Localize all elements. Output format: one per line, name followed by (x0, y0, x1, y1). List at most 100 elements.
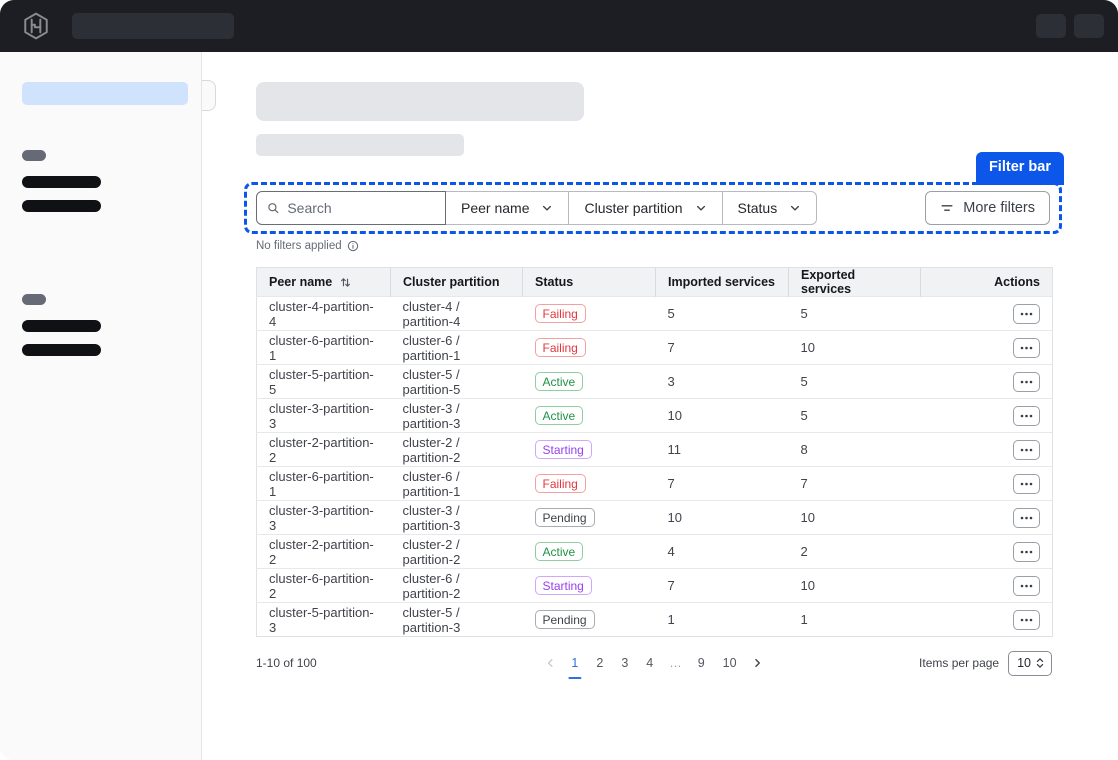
page-button-9[interactable]: 9 (689, 651, 714, 675)
sidebar-section-label-placeholder-2 (22, 294, 46, 305)
page-button-4[interactable]: 4 (637, 651, 662, 675)
cell-exported-services: 10 (789, 569, 921, 603)
table-row: cluster-5-partition-5cluster-5 / partiti… (257, 365, 1053, 399)
nav-button-placeholder-1[interactable] (1036, 14, 1066, 38)
column-header-actions: Actions (921, 268, 1053, 297)
filter-bar-section: Filter bar Peer nameCluster partitionSta… (244, 182, 1062, 234)
column-label: Status (535, 275, 573, 289)
sort-arrows-icon (339, 276, 352, 289)
sidebar (0, 52, 202, 760)
dropdown-label: Cluster partition (584, 200, 682, 216)
more-filters-label: More filters (963, 200, 1035, 216)
cell-peer-name: cluster-2-partition-2 (257, 535, 391, 569)
row-actions-button[interactable] (1013, 576, 1040, 596)
sidebar-collapse-toggle[interactable] (202, 80, 216, 111)
page-button-3[interactable]: 3 (612, 651, 637, 675)
filter-dropdown-peer-name[interactable]: Peer name (446, 192, 568, 224)
row-actions-button[interactable] (1013, 610, 1040, 630)
filters-applied-text: No filters applied (256, 240, 342, 252)
items-per-page-select[interactable]: 10 (1008, 651, 1052, 676)
cell-cluster-partition: cluster-6 / partition-2 (391, 569, 523, 603)
previous-page-button[interactable] (538, 651, 562, 675)
ellipsis-icon (1020, 482, 1033, 486)
chevron-down-icon (789, 202, 801, 214)
cell-exported-services: 7 (789, 467, 921, 501)
cell-status: Starting (523, 433, 656, 467)
column-header-imported-services: Imported services (656, 268, 789, 297)
cell-imported-services: 5 (656, 297, 789, 331)
cell-cluster-partition: cluster-4 / partition-4 (391, 297, 523, 331)
row-actions-button[interactable] (1013, 440, 1040, 460)
pagination-summary: 1-10 of 100 (256, 656, 317, 670)
hashicorp-logo-icon (22, 12, 50, 40)
cell-exported-services: 5 (789, 399, 921, 433)
peers-table: Peer nameCluster partitionStatusImported… (256, 267, 1053, 637)
search-input-wrapper (256, 191, 446, 225)
more-filters-button[interactable]: More filters (925, 191, 1050, 225)
cell-status: Active (523, 365, 656, 399)
sidebar-item-placeholder-2[interactable] (22, 200, 101, 212)
items-per-page-label: Items per page (919, 656, 999, 670)
cell-imported-services: 4 (656, 535, 789, 569)
cell-status: Failing (523, 331, 656, 365)
chevron-left-icon (544, 657, 556, 669)
cell-peer-name: cluster-3-partition-3 (257, 501, 391, 535)
ellipsis-icon (1020, 312, 1033, 316)
cell-peer-name: cluster-5-partition-3 (257, 603, 391, 637)
filter-dropdown-cluster-partition[interactable]: Cluster partition (568, 192, 721, 224)
cell-actions (921, 331, 1053, 365)
column-header-peer-name[interactable]: Peer name (257, 268, 391, 297)
cell-status: Pending (523, 603, 656, 637)
page-button-2[interactable]: 2 (587, 651, 612, 675)
cell-cluster-partition: cluster-5 / partition-5 (391, 365, 523, 399)
ellipsis-icon (1020, 618, 1033, 622)
row-actions-button[interactable] (1013, 372, 1040, 392)
pagination-ellipsis: … (662, 651, 689, 675)
filter-icon (940, 201, 954, 215)
chevron-down-icon (695, 202, 707, 214)
cell-status: Active (523, 399, 656, 433)
nav-search-placeholder[interactable] (72, 13, 234, 39)
search-icon (267, 201, 279, 215)
filter-dropdown-status[interactable]: Status (722, 192, 817, 224)
row-actions-button[interactable] (1013, 508, 1040, 528)
status-badge: Failing (535, 338, 586, 357)
sidebar-active-item-placeholder[interactable] (22, 82, 188, 105)
cell-cluster-partition: cluster-6 / partition-1 (391, 331, 523, 365)
table-row: cluster-6-partition-1cluster-6 / partiti… (257, 331, 1053, 365)
row-actions-button[interactable] (1013, 474, 1040, 494)
row-actions-button[interactable] (1013, 304, 1040, 324)
row-actions-button[interactable] (1013, 338, 1040, 358)
sidebar-item-placeholder-3[interactable] (22, 320, 101, 332)
row-actions-button[interactable] (1013, 542, 1040, 562)
items-per-page-value: 10 (1017, 656, 1031, 670)
page-button-1[interactable]: 1 (562, 651, 587, 675)
column-label: Imported services (668, 275, 775, 289)
table-header: Peer nameCluster partitionStatusImported… (257, 268, 1053, 297)
cell-status: Pending (523, 501, 656, 535)
search-input[interactable] (287, 200, 437, 216)
table-row: cluster-2-partition-2cluster-2 / partiti… (257, 433, 1053, 467)
status-badge: Pending (535, 508, 595, 527)
info-icon[interactable] (347, 240, 359, 252)
nav-button-placeholder-2[interactable] (1074, 14, 1104, 38)
chevron-down-icon (541, 202, 553, 214)
next-page-button[interactable] (746, 651, 770, 675)
row-actions-button[interactable] (1013, 406, 1040, 426)
ellipsis-icon (1020, 414, 1033, 418)
filter-bar-annotation-label: Filter bar (976, 152, 1064, 185)
items-per-page-control: Items per page 10 (919, 651, 1052, 676)
cell-actions (921, 297, 1053, 331)
cell-imported-services: 10 (656, 501, 789, 535)
page-subtitle-placeholder (256, 134, 464, 156)
sidebar-item-placeholder-1[interactable] (22, 176, 101, 188)
cell-cluster-partition: cluster-2 / partition-2 (391, 535, 523, 569)
ellipsis-icon (1020, 448, 1033, 452)
cell-exported-services: 5 (789, 365, 921, 399)
sidebar-item-placeholder-4[interactable] (22, 344, 101, 356)
filter-bar: Peer name Cluster partition Status More fi… (244, 182, 1062, 234)
column-label: Peer name (269, 275, 332, 289)
nav-actions (1036, 14, 1104, 38)
cell-peer-name: cluster-6-partition-1 (257, 467, 391, 501)
page-button-10[interactable]: 10 (714, 651, 746, 675)
